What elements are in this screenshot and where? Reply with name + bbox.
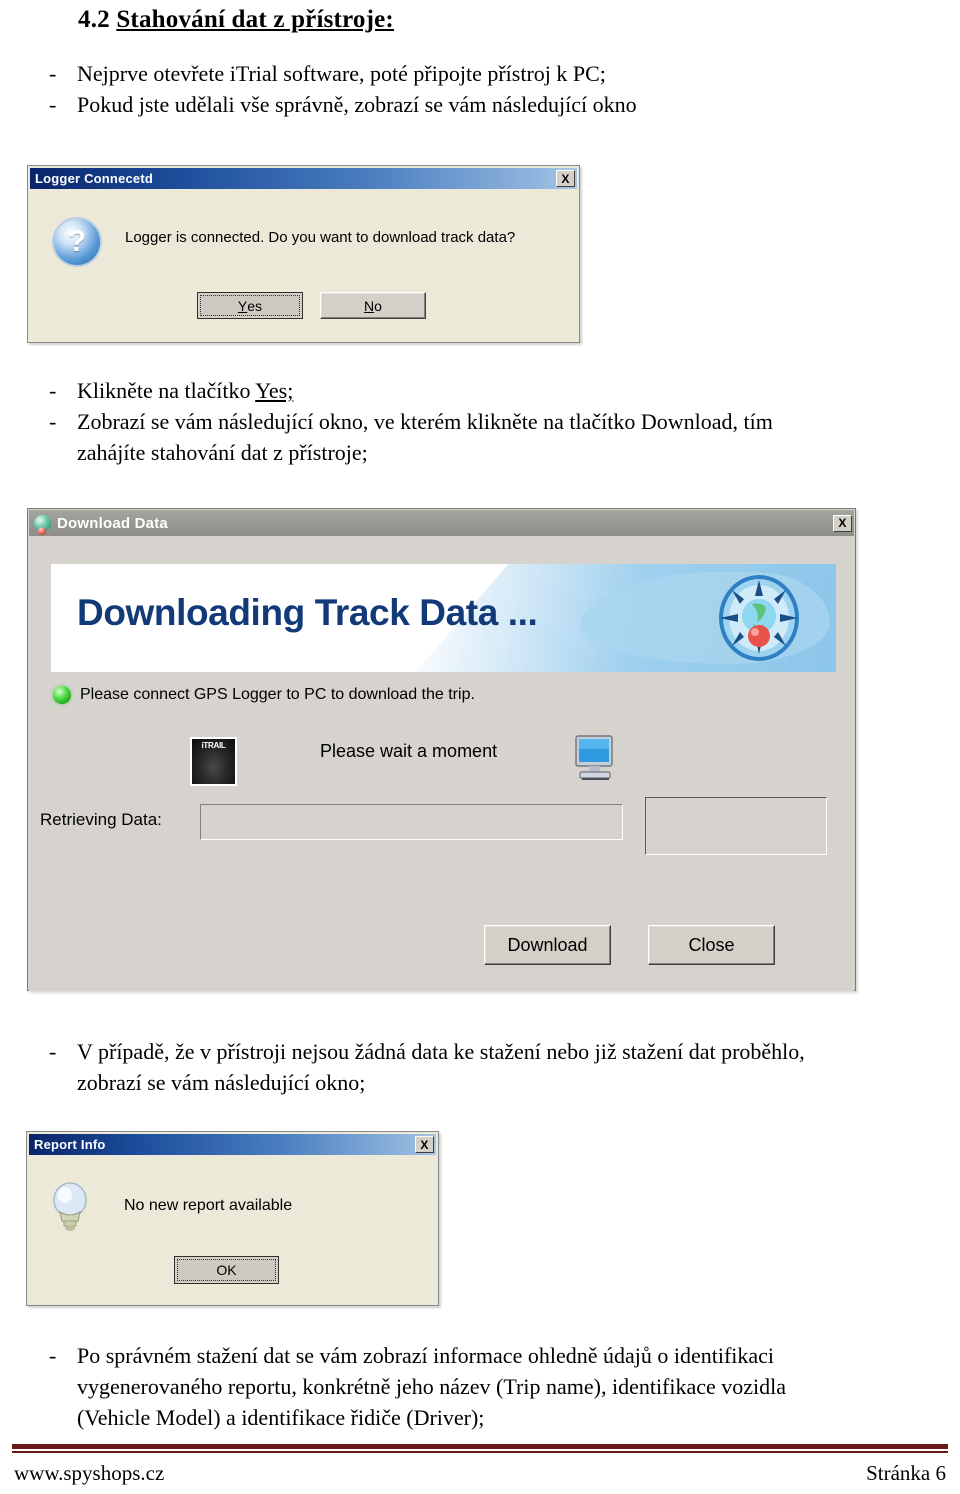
itrail-device-icon: iTRAIL bbox=[190, 737, 237, 786]
record-count-field bbox=[645, 797, 827, 855]
bullet-line: Po správném stažení dat se vám zobrazí i… bbox=[77, 1343, 775, 1368]
wait-message: Please wait a moment bbox=[320, 741, 498, 761]
dialog-body: No new report available OK bbox=[29, 1155, 436, 1304]
dialog-message: No new report available bbox=[124, 1197, 293, 1214]
list-item: - Klikněte na tlačítko Yes; bbox=[46, 375, 926, 406]
no-button-accel: N bbox=[364, 297, 375, 314]
footer-page-number: Stránka 6 bbox=[866, 1461, 946, 1485]
close-icon[interactable]: X bbox=[415, 1136, 434, 1153]
list-item: - Nejprve otevřete iTrial software, poté… bbox=[46, 58, 926, 89]
dialog-report-info[interactable]: Report Info X No new report available OK bbox=[26, 1131, 439, 1306]
list-item: - Pokud jste udělali vše správně, zobraz… bbox=[46, 89, 926, 120]
close-icon[interactable]: X bbox=[833, 514, 852, 532]
bullet-dash: - bbox=[49, 1039, 57, 1064]
gps-app-icon bbox=[34, 514, 51, 535]
no-button[interactable]: No bbox=[320, 292, 426, 319]
bullet-text: Po správném stažení dat se vám zobrazí i… bbox=[77, 1340, 936, 1433]
bullet-dash: - bbox=[49, 92, 57, 117]
bullet-line: (Vehicle Model) a identifikace řidiče (D… bbox=[77, 1405, 485, 1430]
bullet-line: Zobrazí se vám následující okno, ve kter… bbox=[77, 409, 773, 434]
bullet-text: Klikněte na tlačítko Yes; bbox=[77, 375, 926, 406]
bullet-list-bottom: - Po správném stažení dat se vám zobrazí… bbox=[46, 1340, 936, 1433]
bullet-dash: - bbox=[49, 61, 57, 86]
dialog-logger-connected[interactable]: Logger Connecetd X ? Logger is connected… bbox=[27, 165, 580, 343]
list-item: - Zobrazí se vám následující okno, ve kt… bbox=[46, 406, 926, 468]
list-item: - V případě, že v přístroji nejsou žádná… bbox=[46, 1036, 936, 1098]
gps-compass-icon bbox=[719, 575, 799, 661]
bullet-text-emphasis: Yes; bbox=[255, 378, 294, 403]
bullet-text: Pokud jste udělali vše správně, zobrazí … bbox=[77, 92, 637, 117]
yes-button-label: es bbox=[247, 297, 263, 314]
footer-divider bbox=[12, 1444, 948, 1453]
heading-number: 4.2 bbox=[78, 6, 110, 33]
document-page: 4.2 Stahování dat z přístroje: - Nejprve… bbox=[0, 0, 960, 1494]
no-button-label: o bbox=[374, 297, 382, 314]
close-icon[interactable]: X bbox=[556, 170, 575, 187]
bullet-text: Zobrazí se vám následující okno, ve kter… bbox=[77, 406, 926, 468]
download-button[interactable]: Download bbox=[484, 925, 611, 965]
bullet-dash: - bbox=[49, 378, 57, 403]
bullet-list-top: - Nejprve otevřete iTrial software, poté… bbox=[46, 58, 926, 120]
bullet-dash: - bbox=[49, 409, 57, 434]
page-heading: 4.2 Stahování dat z přístroje: bbox=[78, 6, 394, 34]
status-led-icon bbox=[53, 686, 71, 704]
itrail-device-body: iTRAIL bbox=[192, 739, 235, 784]
banner-title: Downloading Track Data ... bbox=[77, 592, 538, 633]
bullet-text: V případě, že v přístroji nejsou žádná d… bbox=[77, 1036, 936, 1098]
dialog-titlebar: Report Info X bbox=[29, 1134, 436, 1155]
dialog-message: Logger is connected. Do you want to down… bbox=[125, 229, 516, 246]
dialog-body: Downloading Track Data ... Please connec… bbox=[29, 536, 854, 991]
dialog-title: Report Info bbox=[34, 1137, 106, 1152]
download-banner: Downloading Track Data ... bbox=[51, 564, 836, 672]
bullet-line: zahájíte stahování dat z přístroje; bbox=[77, 440, 368, 465]
dialog-titlebar: Logger Connecetd X bbox=[30, 168, 577, 189]
yes-button[interactable]: Yes bbox=[197, 292, 303, 319]
heading-title: Stahování dat z přístroje: bbox=[116, 6, 394, 33]
bullet-line: zobrazí se vám následující okno; bbox=[77, 1070, 366, 1095]
retrieving-data-label: Retrieving Data: bbox=[40, 810, 162, 829]
dialog-title: Logger Connecetd bbox=[35, 171, 154, 186]
bullet-list-report: - V případě, že v přístroji nejsou žádná… bbox=[46, 1036, 936, 1098]
close-button[interactable]: Close bbox=[648, 925, 775, 965]
bullet-text: Nejprve otevřete iTrial software, poté p… bbox=[77, 61, 606, 86]
itrail-device-label: iTRAIL bbox=[201, 741, 226, 750]
retrieving-data-progressbar bbox=[200, 804, 623, 840]
footer-rule-thin bbox=[12, 1451, 948, 1453]
question-mark-icon: ? bbox=[52, 217, 102, 267]
footer-site: www.spyshops.cz bbox=[14, 1461, 165, 1485]
computer-icon bbox=[575, 735, 613, 780]
ok-button[interactable]: OK bbox=[174, 1256, 279, 1284]
status-text: Please connect GPS Logger to PC to downl… bbox=[80, 686, 475, 703]
dialog-body: ? Logger is connected. Do you want to do… bbox=[30, 189, 577, 341]
bullet-line: V případě, že v přístroji nejsou žádná d… bbox=[77, 1039, 805, 1064]
light-bulb-icon bbox=[53, 1182, 87, 1231]
bullet-text-pre: Klikněte na tlačítko bbox=[77, 378, 256, 403]
list-item: - Po správném stažení dat se vám zobrazí… bbox=[46, 1340, 936, 1433]
yes-button-accel: Y bbox=[237, 297, 248, 314]
dialog-titlebar: Download Data X bbox=[29, 510, 854, 536]
dialog-title: Download Data bbox=[57, 514, 168, 532]
connection-status: Please connect GPS Logger to PC to downl… bbox=[53, 686, 475, 704]
bullet-dash: - bbox=[49, 1343, 57, 1368]
bullet-list-middle: - Klikněte na tlačítko Yes; - Zobrazí se… bbox=[46, 375, 926, 468]
bullet-line: vygenerovaného reportu, konkrétně jeho n… bbox=[77, 1374, 787, 1399]
